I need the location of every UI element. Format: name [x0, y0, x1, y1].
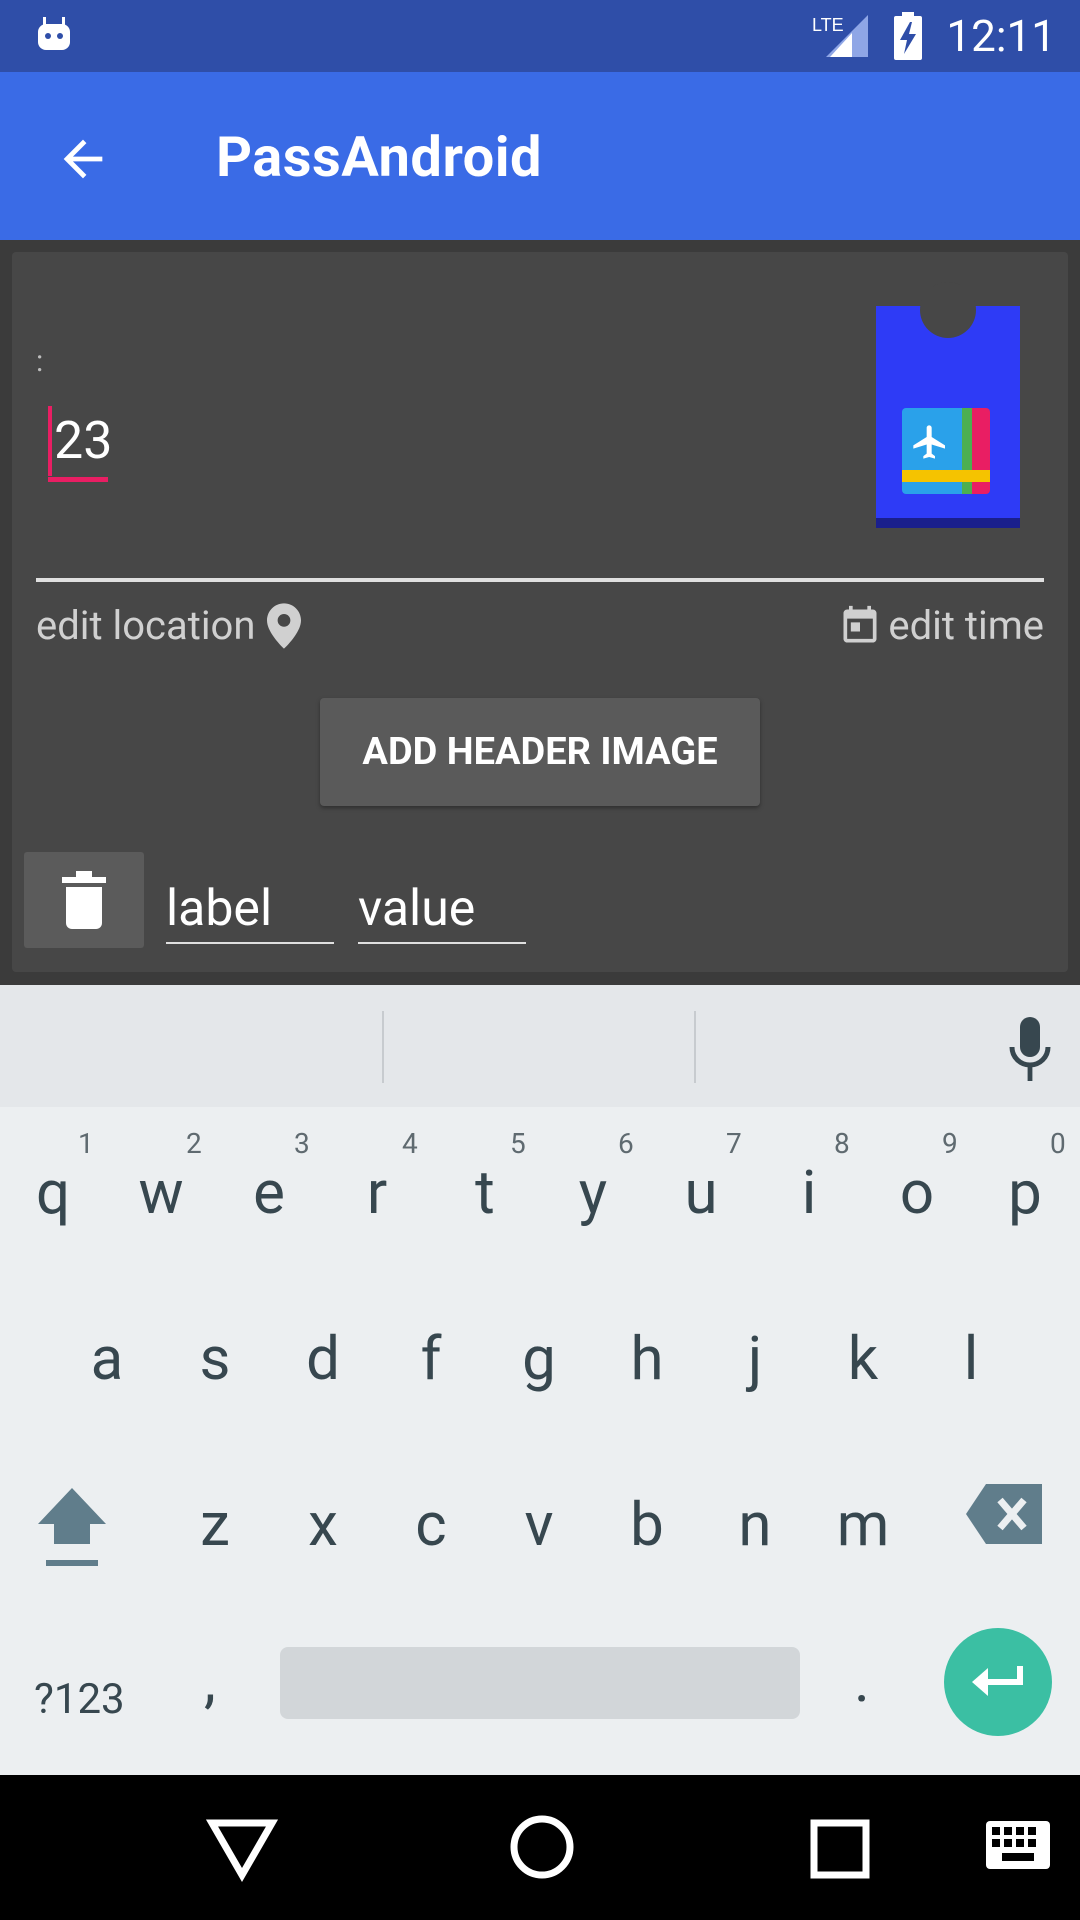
key-q[interactable]: q: [8, 1157, 98, 1228]
key-hint: 8: [834, 1127, 850, 1160]
key-y[interactable]: y: [548, 1157, 638, 1228]
trash-icon: [62, 871, 106, 929]
key-j[interactable]: j: [710, 1323, 800, 1394]
field-row: label value: [24, 852, 1054, 962]
field-key-label: :: [36, 344, 44, 379]
soft-keyboard: 1 2 3 4 5 6 7 8 9 0 q w e r t y u i o p …: [0, 985, 1080, 1775]
signal-icon: LTE: [812, 15, 869, 57]
key-m[interactable]: m: [818, 1489, 908, 1560]
arrow-back-icon[interactable]: [54, 130, 112, 188]
key-t[interactable]: t: [440, 1157, 530, 1228]
key-p[interactable]: p: [980, 1157, 1070, 1228]
key-hint: 1: [78, 1127, 94, 1160]
status-time: 12:11: [946, 10, 1056, 62]
field-label-input[interactable]: label: [166, 862, 334, 944]
svg-text:LTE: LTE: [812, 15, 844, 35]
edit-location-label: edit location: [36, 602, 256, 649]
key-f[interactable]: f: [386, 1323, 476, 1394]
key-period[interactable]: .: [854, 1645, 870, 1716]
key-c[interactable]: c: [386, 1489, 476, 1560]
space-bar[interactable]: [280, 1647, 800, 1719]
field-value-input[interactable]: value: [358, 862, 526, 944]
text-cursor: [48, 406, 52, 476]
thumbnail-notch: [920, 282, 976, 338]
suggestion-strip: [0, 985, 1080, 1107]
key-v[interactable]: v: [494, 1489, 584, 1560]
android-robot-icon: [38, 17, 70, 50]
nav-recents-icon[interactable]: [806, 1815, 874, 1883]
content-area: : 23 edit location edit time ADD HEADER …: [0, 240, 1080, 985]
key-k[interactable]: k: [818, 1323, 908, 1394]
field-label-placeholder: label: [166, 880, 273, 938]
keyboard-switch-icon[interactable]: [986, 1821, 1050, 1869]
microphone-icon[interactable]: [1006, 1017, 1054, 1081]
key-g[interactable]: g: [494, 1323, 584, 1394]
key-s[interactable]: s: [170, 1323, 260, 1394]
primary-value-field[interactable]: 23: [48, 406, 118, 482]
key-hint: 9: [942, 1127, 958, 1160]
primary-value-text: 23: [54, 410, 113, 471]
key-l[interactable]: l: [926, 1323, 1016, 1394]
delete-field-button[interactable]: [24, 852, 144, 948]
key-u[interactable]: u: [656, 1157, 746, 1228]
key-r[interactable]: r: [332, 1157, 422, 1228]
key-d[interactable]: d: [278, 1323, 368, 1394]
app-bar: PassAndroid: [0, 72, 1080, 240]
status-bar: LTE 12:11: [0, 0, 1080, 72]
nav-home-icon[interactable]: [506, 1811, 578, 1883]
pass-thumbnail[interactable]: [876, 282, 1020, 528]
nav-back-icon[interactable]: [206, 1811, 278, 1883]
key-b[interactable]: b: [602, 1489, 692, 1560]
key-hint: 7: [726, 1127, 742, 1160]
key-hint: 5: [510, 1127, 526, 1160]
key-a[interactable]: a: [62, 1323, 152, 1394]
battery-charging-icon: [894, 12, 923, 60]
pass-editor-card: : 23 edit location edit time ADD HEADER …: [12, 252, 1068, 972]
edit-time-button[interactable]: edit time: [838, 602, 1044, 649]
status-icons: LTE 12:11: [812, 8, 1056, 64]
key-z[interactable]: z: [170, 1489, 260, 1560]
suggestion-separator: [694, 1011, 696, 1083]
key-comma[interactable]: ,: [204, 1645, 216, 1716]
card-divider: [36, 578, 1044, 582]
key-n[interactable]: n: [710, 1489, 800, 1560]
enter-arrow-icon: [972, 1666, 1023, 1696]
key-w[interactable]: w: [116, 1157, 206, 1228]
field-value-placeholder: value: [358, 880, 476, 938]
backspace-icon[interactable]: [966, 1484, 1042, 1544]
key-hint: 2: [186, 1127, 202, 1160]
key-e[interactable]: e: [224, 1157, 314, 1228]
location-pin-icon: [267, 602, 302, 649]
shift-icon[interactable]: [34, 1484, 110, 1570]
calendar-icon: [843, 605, 877, 642]
edit-location-button[interactable]: edit location: [36, 602, 302, 649]
thumbnail-base: [876, 518, 1020, 528]
symbols-key[interactable]: ?123: [34, 1675, 125, 1724]
key-hint: 0: [1050, 1127, 1066, 1160]
key-hint: 6: [618, 1127, 634, 1160]
suggestion-separator: [382, 1011, 384, 1083]
key-hint: 3: [294, 1127, 310, 1160]
enter-key[interactable]: [944, 1628, 1052, 1736]
airplane-icon: [913, 425, 945, 459]
app-title: PassAndroid: [216, 124, 543, 190]
ticket-icon: [902, 408, 990, 494]
key-h[interactable]: h: [602, 1323, 692, 1394]
add-header-image-button[interactable]: ADD HEADER IMAGE: [320, 698, 760, 806]
key-hint: 4: [402, 1127, 418, 1160]
edit-time-label: edit time: [888, 602, 1044, 649]
key-o[interactable]: o: [872, 1157, 962, 1228]
key-i[interactable]: i: [764, 1157, 854, 1228]
field-underline: [48, 477, 108, 482]
key-x[interactable]: x: [278, 1489, 368, 1560]
navigation-bar: [0, 1775, 1080, 1920]
